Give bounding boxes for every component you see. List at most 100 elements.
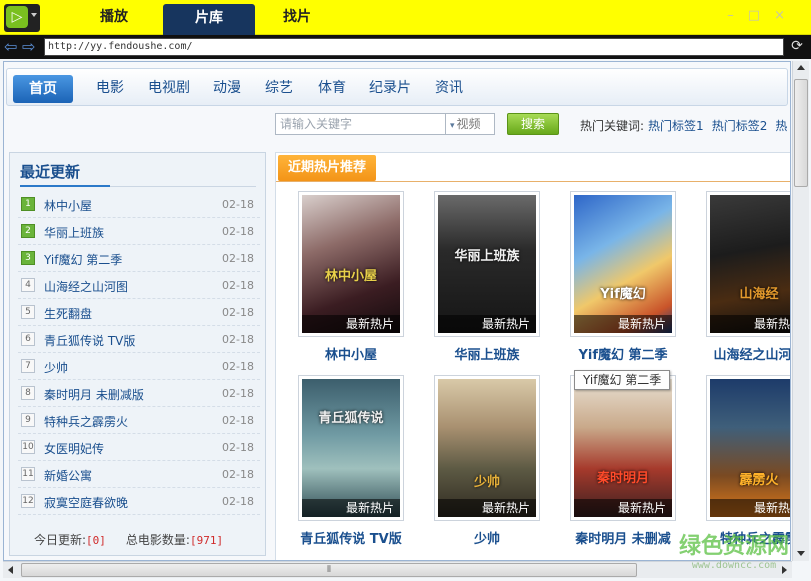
list-item[interactable]: 7 少帅 02-18 (18, 353, 260, 380)
today-count: [0] (86, 534, 106, 547)
minimize-icon[interactable]: – (727, 8, 748, 23)
rank-badge: 2 (21, 224, 35, 238)
movie-title[interactable]: 青丘狐传说 TV版 (288, 528, 414, 547)
list-item[interactable]: 8 秦时明月 未删减版 02-18 (18, 380, 260, 407)
movie-title[interactable]: Yif魔幻 第二季 (560, 344, 686, 363)
category-news[interactable]: 资讯 (435, 69, 463, 107)
hot-tag-2[interactable]: 热门标签2 (712, 119, 768, 133)
movie-title[interactable]: 秦时明月 未删减 (560, 528, 686, 547)
poster-title: Yif魔幻 (600, 287, 646, 302)
category-anime[interactable]: 动漫 (213, 69, 241, 107)
poster-badge: 最新热片 (438, 315, 536, 333)
recommend-title: 近期热片推荐 (278, 155, 377, 181)
list-item[interactable]: 4 山海经之山河图 02-18 (18, 272, 260, 299)
poster-badge: 最新热片 (574, 499, 672, 517)
poster-image: 霹雳火 最新热片 (710, 379, 790, 517)
window-controls: –□× (727, 8, 799, 23)
rank-badge: 3 (21, 251, 35, 265)
item-date: 02-18 (222, 225, 254, 238)
poster-title: 霹雳火 (739, 473, 779, 488)
content-frame: 首页 电影 电视剧 动漫 综艺 体育 纪录片 资讯 请输入关键字 ▾ 视频 搜索 … (3, 61, 791, 561)
poster-badge: 最新热片 (302, 499, 400, 517)
category-sports[interactable]: 体育 (318, 69, 346, 107)
poster-badge: 最新热片 (574, 315, 672, 333)
app-logo[interactable]: ▷ (4, 4, 40, 32)
poster-badge: 最新热片 (302, 315, 400, 333)
scroll-thumb[interactable]: ⦀ (21, 563, 637, 577)
item-title[interactable]: 山海经之山河图 (44, 278, 128, 295)
search-button[interactable]: 搜索 (507, 113, 559, 135)
poster[interactable]: 林中小屋 最新热片 (298, 191, 404, 337)
poster-badge: 最新热片 (710, 499, 790, 517)
total-label: 总电影数量: (125, 533, 190, 547)
latest-updates-title: 最近更新 (20, 163, 81, 181)
movie-title[interactable]: 林中小屋 (288, 344, 414, 363)
list-item[interactable]: 10 女医明妃传 02-18 (18, 434, 260, 461)
refresh-icon[interactable]: ⟳ (789, 38, 805, 54)
category-tv[interactable]: 电视剧 (148, 69, 190, 107)
rank-badge: 8 (21, 386, 35, 400)
search-type-label: 视频 (456, 117, 481, 131)
tooltip: Yif魔幻 第二季 (574, 370, 671, 390)
item-title[interactable]: 寂寞空庭春欲晚 (44, 494, 128, 511)
item-date: 02-18 (222, 414, 254, 427)
search-input[interactable]: 请输入关键字 (275, 113, 447, 135)
item-title[interactable]: 华丽上班族 (44, 224, 104, 241)
item-title[interactable]: 生死翻盘 (44, 305, 92, 322)
poster[interactable]: 华丽上班族 最新热片 (434, 191, 540, 337)
list-item[interactable]: 3 Yif魔幻 第二季 02-18 (18, 245, 260, 272)
hot-tag-1[interactable]: 热门标签1 (648, 119, 704, 133)
forward-arrow-icon[interactable]: ⇨ (22, 39, 35, 55)
scroll-thumb[interactable] (794, 79, 808, 187)
hot-tag-3[interactable]: 热 (775, 119, 787, 133)
item-title[interactable]: 新婚公寓 (44, 467, 92, 484)
tab-library[interactable]: 片库 (163, 4, 255, 35)
category-movie[interactable]: 电影 (96, 69, 124, 107)
poster-title: 山海经 (739, 287, 779, 302)
category-documentary[interactable]: 纪录片 (369, 69, 411, 107)
tab-find[interactable]: 找片 (251, 0, 343, 35)
poster[interactable]: Yif魔幻 最新热片 (570, 191, 676, 337)
close-icon[interactable]: × (774, 8, 799, 23)
poster[interactable]: 秦时明月 最新热片 (570, 375, 676, 521)
item-title[interactable]: 少帅 (44, 359, 68, 376)
item-title[interactable]: Yif魔幻 第二季 (44, 251, 122, 268)
vertical-scrollbar[interactable] (792, 61, 809, 561)
item-title[interactable]: 林中小屋 (44, 197, 92, 214)
list-item[interactable]: 6 青丘狐传说 TV版 02-18 (18, 326, 260, 353)
poster[interactable]: 霹雳火 最新热片 (706, 375, 790, 521)
hot-keywords: 热门关键词: 热门标签1 热门标签2 热 (580, 117, 790, 134)
list-item[interactable]: 11 新婚公寓 02-18 (18, 461, 260, 488)
item-title[interactable]: 女医明妃传 (44, 440, 104, 457)
scroll-up-icon[interactable] (797, 65, 805, 70)
maximize-icon[interactable]: □ (748, 8, 774, 23)
list-item[interactable]: 5 生死翻盘 02-18 (18, 299, 260, 326)
poster[interactable]: 青丘狐传说 最新热片 (298, 375, 404, 521)
poster[interactable]: 少帅 最新热片 (434, 375, 540, 521)
search-type-select[interactable]: ▾ 视频 (445, 113, 495, 135)
item-title[interactable]: 青丘狐传说 TV版 (44, 332, 135, 349)
list-item[interactable]: 12 寂寞空庭春欲晚 02-18 (18, 488, 260, 515)
category-home[interactable]: 首页 (13, 75, 73, 103)
list-item[interactable]: 9 特种兵之霹雳火 02-18 (18, 407, 260, 434)
list-item[interactable]: 1 林中小屋 02-18 (18, 191, 260, 218)
item-date: 02-18 (222, 333, 254, 346)
poster[interactable]: 山海经 最新热片 (706, 191, 790, 337)
movie-title[interactable]: 山海经之山河图 (696, 344, 790, 363)
item-title[interactable]: 特种兵之霹雳火 (44, 413, 128, 430)
movie-title[interactable]: 少帅 (424, 528, 550, 547)
item-date: 02-18 (222, 306, 254, 319)
category-variety[interactable]: 综艺 (265, 69, 293, 107)
list-item[interactable]: 2 华丽上班族 02-18 (18, 218, 260, 245)
scroll-down-icon[interactable] (797, 551, 805, 556)
poster-image: 青丘狐传说 最新热片 (302, 379, 400, 517)
item-title[interactable]: 秦时明月 未删减版 (44, 386, 144, 403)
rank-badge: 4 (21, 278, 35, 292)
item-date: 02-18 (222, 441, 254, 454)
back-arrow-icon[interactable]: ⇦ (4, 39, 17, 55)
url-input[interactable]: http://yy.fendoushe.com/ (44, 38, 784, 56)
tab-play[interactable]: 播放 (68, 0, 160, 35)
scroll-left-icon[interactable] (8, 566, 13, 574)
movie-title[interactable]: 华丽上班族 (424, 344, 550, 363)
latest-list: 1 林中小屋 02-18 2 华丽上班族 02-18 3 Yif魔幻 第二季 02-18 4… (18, 191, 260, 515)
